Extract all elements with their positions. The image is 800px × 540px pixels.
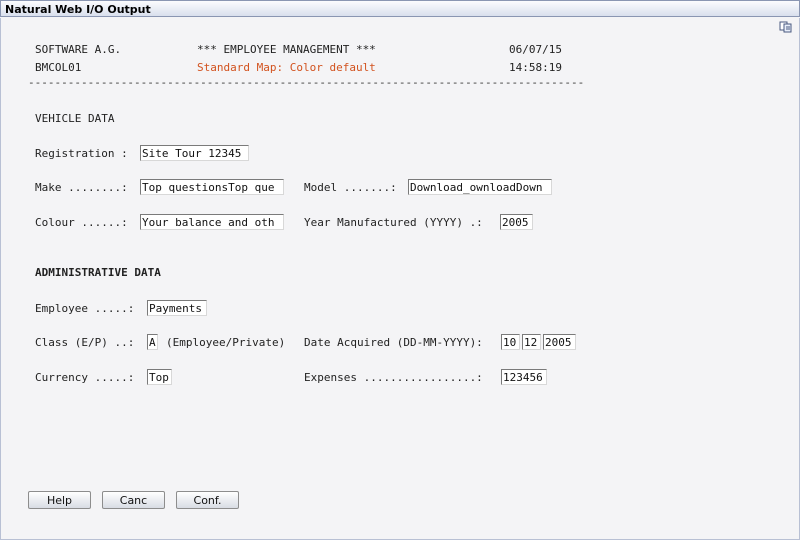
map-name: Standard Map: Color default [197, 61, 376, 74]
cancel-button[interactable]: Canc [102, 491, 165, 509]
date-acquired-label: Date Acquired (DD-MM-YYYY): [304, 336, 483, 349]
registration-input[interactable] [140, 145, 249, 161]
help-button[interactable]: Help [28, 491, 91, 509]
expenses-input[interactable] [501, 369, 547, 385]
window-frame [0, 18, 800, 540]
model-label: Model .......: [304, 181, 397, 194]
class-hint: (Employee/Private) [166, 336, 286, 349]
employee-input[interactable] [147, 300, 207, 316]
admin-section-title: ADMINISTRATIVE DATA [35, 266, 161, 279]
date-day-input[interactable] [501, 334, 520, 350]
company-name: SOFTWARE A.G. [35, 43, 122, 56]
copy-icon[interactable] [779, 21, 793, 33]
vehicle-section-title: VEHICLE DATA [35, 112, 115, 125]
class-input[interactable] [147, 334, 158, 350]
make-input[interactable] [140, 179, 284, 195]
expenses-label: Expenses .................: [304, 371, 483, 384]
separator-line: ----------------------------------------… [28, 76, 586, 89]
class-label: Class (E/P) ..: [35, 336, 135, 349]
colour-label: Colour ......: [35, 216, 128, 229]
year-label: Year Manufactured (YYYY) .: [304, 216, 483, 229]
date-year-input[interactable] [543, 334, 576, 350]
employee-label: Employee .....: [35, 302, 135, 315]
confirm-button[interactable]: Conf. [176, 491, 239, 509]
currency-label: Currency .....: [35, 371, 135, 384]
date-month-input[interactable] [522, 334, 541, 350]
header-time: 14:58:19 [509, 61, 562, 74]
make-label: Make ........: [35, 181, 128, 194]
header-date: 06/07/15 [509, 43, 562, 56]
registration-label: Registration : [35, 147, 128, 160]
app-title: *** EMPLOYEE MANAGEMENT *** [197, 43, 376, 56]
model-input[interactable] [408, 179, 552, 195]
colour-input[interactable] [140, 214, 284, 230]
window-title: Natural Web I/O Output [0, 0, 800, 17]
program-name: BMCOL01 [35, 61, 82, 74]
year-input[interactable] [500, 214, 533, 230]
currency-input[interactable] [147, 369, 172, 385]
